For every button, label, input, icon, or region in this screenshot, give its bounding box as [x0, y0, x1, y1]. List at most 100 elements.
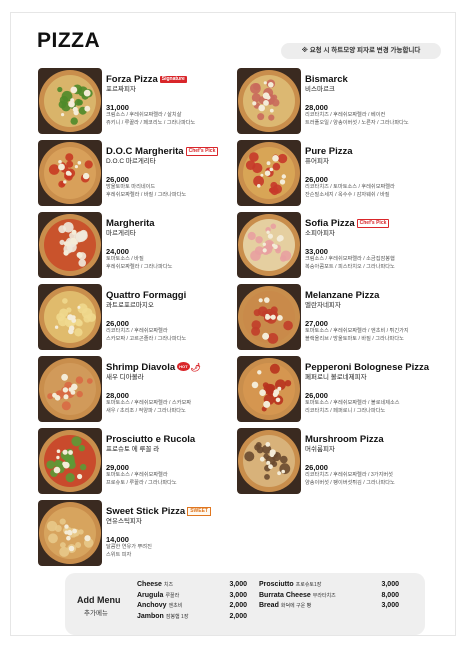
menu-item-description: 양송이버섯 / 팽이버섯튀김 / 그라나파다노 [305, 479, 395, 486]
menu-item-name-ko: D.O.C 마르게리타 [106, 158, 156, 165]
menu-item-name-en: Prosciutto e Rucola [106, 434, 246, 445]
menu-item-info: Bismarck 비스마르크 28,000 리코타치즈 / 후레쉬모짜렐라 / 베이컨… [305, 74, 445, 127]
add-menu-price: 3,000 [381, 602, 399, 609]
menu-item-info: Margherita 마르게리타 24,000 토마토소스 / 바질 후레쉬모짜렐라 /… [106, 218, 246, 271]
menu-item-description: 토마토소스 / 후레쉬모짜렐라 / 볼로네제소스 [305, 400, 400, 406]
add-menu-name-text: Bread [259, 602, 279, 609]
menu-item-description: 쥬키니 / 루꼴라 / 페코리노 / 그라나파다노 [106, 119, 196, 126]
menu-item-name-en: Sweet Stick Pizza SWEET [106, 506, 246, 517]
menu-item-description: 크림소스 / 후레쉬모짜렐라 / 살치살 [106, 112, 182, 118]
menu-item-name-ko: 소피아피자 [305, 230, 335, 237]
menu-item-description: 잔슨빌소세지 / 옥수수 / 감자웨쉬 / 바질 [305, 191, 390, 198]
add-menu-name: Cheese 치즈 [137, 581, 173, 588]
menu-item-description: 토마토소스 / 후레쉬모짜렐라 / 엔초비 / 튀긴가지 [305, 328, 409, 334]
menu-item-price: 26,000 [305, 391, 328, 400]
menu-item-badge: SWEET [187, 507, 211, 516]
pizza-photo [237, 140, 301, 206]
menu-item-description: 후레쉬모짜렐라 / 그라나파다노 [106, 263, 173, 270]
menu-item-description: 방울토마토 마리네이드 [106, 184, 156, 190]
menu-item-name-en-text: Murshroom Pizza [305, 434, 384, 445]
add-menu-name-ko: 화덕에 구운 빵 [280, 603, 312, 609]
pizza-photo [237, 212, 301, 278]
menu-item-badge: Chef's Pick [185, 147, 219, 156]
menu-item-price: 27,000 [305, 319, 328, 328]
menu-item: Pure Pizza 퓨어피자 26,000 리코타치즈 / 토마토소스 / 후레쉬모… [237, 140, 447, 212]
pizza-photo [38, 428, 102, 494]
add-menu-name-text: Cheese [137, 581, 162, 588]
menu-item: Shrimp Diavola HOT 🌶 새우 디아볼라 28,000 토마토소스 / 후… [38, 356, 248, 428]
menu-item-info: Melanzane Pizza 멜란자네피자 27,000 토마토소스 / 후레쉬모짜… [305, 290, 445, 343]
page-title: PIZZA [37, 29, 101, 52]
pizza-photo [38, 500, 102, 566]
menu-item-name-en: Quattro Formaggi [106, 290, 246, 301]
add-menu-price: 2,000 [229, 602, 247, 609]
menu-item-name-ko: 페퍼로니 볼로네제피자 [305, 374, 367, 381]
menu-item-name-ko: 연유스틱피자 [106, 518, 142, 525]
menu-item: D.O.C Margherita Chef's Pick D.O.C 마르게리타 26… [38, 140, 248, 212]
menu-item-price: 26,000 [305, 463, 328, 472]
menu-item: Sweet Stick Pizza SWEET 연유스틱피자 14,000 달콤한 연유… [38, 500, 248, 572]
menu-item-name-en: Pure Pizza [305, 146, 445, 157]
menu-item: Margherita 마르게리타 24,000 토마토소스 / 바질 후레쉬모짜렐라 /… [38, 212, 248, 284]
add-menu-name: Bread 화덕에 구운 빵 [259, 602, 311, 609]
add-menu-price: 8,000 [381, 591, 399, 599]
menu-item-name-en-text: Shrimp Diavola [106, 362, 176, 373]
menu-item-badge: Signature [159, 76, 187, 83]
menu-item-description: 토마토소스 / 후레쉬모짜렐라 [106, 472, 168, 478]
add-menu-row: Burrata Cheese 부라타치즈 8,000 [259, 592, 399, 603]
add-menu-name-text: Prosciutto [259, 581, 294, 588]
add-menu-price: 3,000 [229, 581, 247, 588]
menu-item-name-en-text: Forza Pizza [106, 74, 158, 85]
menu-item-description: 스위트 피자 [106, 551, 132, 558]
menu-item-info: Shrimp Diavola HOT 🌶 새우 디아볼라 28,000 토마토소스 / 후… [106, 362, 246, 415]
pizza-photo [38, 284, 102, 350]
menu-item-name-en-text: Quattro Formaggi [106, 290, 187, 301]
add-menu-name-ko: 루꼴라 [165, 592, 180, 599]
menu-item-badge: HOT [177, 362, 190, 371]
menu-item-description: 크림소스 / 후레쉬모짜렐라 / 소금집잠봉햄 [305, 256, 395, 262]
menu-item-price: 33,000 [305, 247, 328, 256]
menu-item-description: 리코타치즈 / 후레쉬모짜렐라 [106, 328, 168, 334]
menu-item-info: Murshroom Pizza 머쉬룸피자 26,000 리코타치즈 / 후레쉬모짜렐… [305, 434, 445, 487]
add-menu-row: Jambon 잠봉햄 1장 2,000 [137, 613, 247, 624]
pizza-photo [38, 140, 102, 206]
add-menu-panel: Add Menu 추가메뉴 Cheese 치즈 3,000 Arugula 루꼴라 3,0… [65, 573, 425, 635]
menu-item: Bismarck 비스마르크 28,000 리코타치즈 / 후레쉬모짜렐라 / 베이컨… [237, 68, 447, 140]
menu-item-info: Prosciutto e Rucola 프로슈토 에 루꼴 라 29,000 토마토소… [106, 434, 246, 487]
menu-item-name-en: Melanzane Pizza [305, 290, 445, 301]
menu-item-name-en: Pepperoni Bolognese Pizza [305, 362, 445, 373]
menu-item-description: 후레쉬모짜렐라 / 바질 / 그라나파다노 [106, 191, 187, 198]
menu-item-name-en: Sofia Pizza Chef's Pick [305, 218, 445, 229]
menu-item-name-en-text: Prosciutto e Rucola [106, 434, 196, 445]
menu-sheet: PIZZA ※ 요청 시 하트모양 피자로 변경 가능합니다 Forza Piz… [10, 12, 456, 636]
left-menu-column: Forza Pizza Signature 포르짜피자 31,000 크림소스 / 후레… [38, 68, 248, 572]
menu-item-description: 트러플오일 / 양송이버섯 / 노른자 / 그라나파다노 [305, 119, 409, 126]
menu-item-name-en-text: D.O.C Margherita [106, 146, 184, 157]
menu-item-name-ko: 머쉬룸피자 [305, 446, 335, 453]
menu-item-description: 리코타치즈 / 페퍼로니 / 그라나파다노 [305, 407, 386, 414]
add-menu-row: Prosciutto 프로슈토1장 3,000 [259, 581, 399, 592]
menu-item-description: 토마토소스 / 후레쉬모짜렐라 / 스카모짜 [106, 400, 192, 406]
menu-item-price: 29,000 [106, 463, 129, 472]
menu-item-name-ko: 멜란자네피자 [305, 302, 341, 309]
menu-item-name-en-text: Sweet Stick Pizza [106, 506, 186, 517]
menu-item-price: 26,000 [106, 175, 129, 184]
add-menu-price: 2,000 [229, 612, 247, 620]
menu-item-name-ko: 프로슈토 에 루꼴 라 [106, 446, 160, 453]
menu-item-name-en-text: Melanzane Pizza [305, 290, 380, 301]
menu-item-name-en: Murshroom Pizza [305, 434, 445, 445]
add-menu-column-1: Cheese 치즈 3,000 Arugula 루꼴라 3,000 Anchovy 엔초비 2,… [137, 581, 247, 623]
add-menu-name-text: Jambon [137, 612, 164, 620]
menu-item-name-ko: 콰트로포르마지오 [106, 302, 154, 309]
menu-item-price: 26,000 [305, 175, 328, 184]
add-menu-name: Burrata Cheese 부라타치즈 [259, 592, 336, 599]
add-menu-name: Arugula 루꼴라 [137, 592, 179, 599]
menu-item-name-ko: 비스마르크 [305, 86, 335, 93]
menu-item-name-en-text: Margherita [106, 218, 155, 229]
menu-item-description: 스카모짜 / 고르곤졸라 / 그라나파다노 [106, 335, 187, 342]
menu-item-description: 블랙올리브 / 방울토마토 / 바질 / 그라나파다노 [305, 335, 404, 342]
menu-item-info: Sofia Pizza Chef's Pick 소피아피자 33,000 크림소스 / … [305, 218, 445, 271]
add-menu-row: Arugula 루꼴라 3,000 [137, 592, 247, 603]
menu-item-name-en: Bismarck [305, 74, 445, 85]
menu-item-price: 28,000 [305, 103, 328, 112]
